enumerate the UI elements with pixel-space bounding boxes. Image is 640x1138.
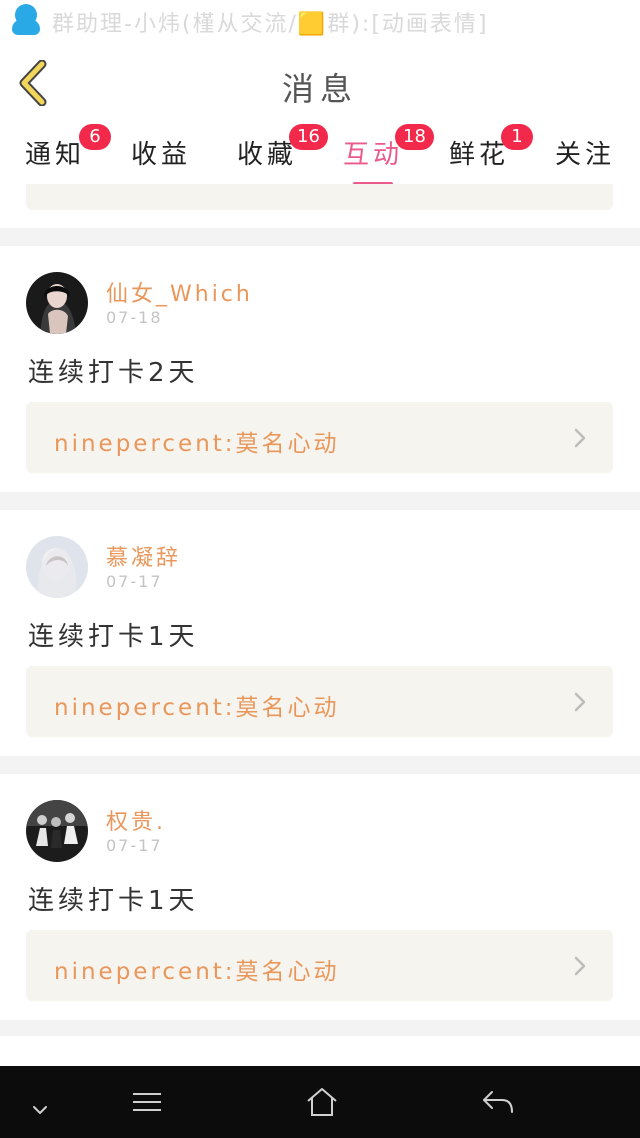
- tab-notifications[interactable]: 通知 6: [5, 124, 111, 171]
- title-bar: 消息: [0, 40, 640, 122]
- tab-label: 鲜花: [448, 140, 509, 170]
- notification-text: 群助理-小炜(槿从交流/🟨群):[动画表情]: [52, 12, 489, 37]
- song-title: ninepercent:莫名心动: [54, 431, 340, 457]
- chevron-down-icon[interactable]: [30, 1092, 50, 1128]
- chevron-right-icon: [574, 428, 586, 448]
- tab-interactions[interactable]: 互动 18: [323, 124, 434, 186]
- tab-label: 互动: [342, 140, 403, 170]
- username[interactable]: 仙女_Which: [106, 276, 253, 308]
- list-item-partial: [0, 1036, 640, 1066]
- tab-flowers[interactable]: 鲜花 1: [429, 124, 533, 171]
- message-text: 连续打卡1天: [28, 886, 199, 916]
- tab-badge: 6: [79, 124, 111, 150]
- tab-label: 关注: [554, 140, 615, 170]
- timestamp: 07-17: [106, 572, 163, 591]
- page-title: 消息: [281, 70, 358, 108]
- home-icon[interactable]: [304, 1084, 340, 1120]
- qq-penguin-icon: [12, 4, 40, 36]
- avatar[interactable]: [26, 536, 88, 598]
- tab-earnings[interactable]: 收益: [111, 134, 211, 171]
- tab-label: 收益: [130, 140, 191, 170]
- list-item: 权贵. 07-17 连续打卡1天 ninepercent:莫名心动: [0, 774, 640, 1020]
- menu-icon[interactable]: [130, 1084, 164, 1120]
- username[interactable]: 权贵.: [106, 804, 166, 836]
- song-card[interactable]: ninepercent:莫名心动: [26, 930, 613, 1001]
- username[interactable]: 慕凝辞: [106, 540, 181, 572]
- system-nav-bar: [0, 1066, 640, 1138]
- interaction-feed[interactable]: 仙女_Which 07-18 连续打卡2天 ninepercent:莫名心动 慕…: [0, 184, 640, 1066]
- tab-bar: 通知 6 收益 收藏 16 互动 18 鲜花 1 关注: [0, 122, 640, 186]
- tab-label: 收藏: [236, 140, 297, 170]
- back-icon[interactable]: [480, 1084, 516, 1120]
- timestamp: 07-18: [106, 308, 163, 327]
- chevron-right-icon: [574, 692, 586, 712]
- song-title: ninepercent:莫名心动: [54, 695, 340, 721]
- song-card[interactable]: ninepercent:莫名心动: [26, 402, 613, 473]
- avatar[interactable]: [26, 800, 88, 862]
- message-text: 连续打卡1天: [28, 622, 199, 652]
- avatar[interactable]: [26, 272, 88, 334]
- tab-following[interactable]: 关注: [535, 134, 635, 171]
- chevron-right-icon: [574, 956, 586, 976]
- tab-label: 通知: [24, 140, 85, 170]
- tab-favorites[interactable]: 收藏 16: [217, 124, 328, 171]
- song-card-partial[interactable]: [26, 184, 613, 210]
- status-bar: 群助理-小炜(槿从交流/🟨群):[动画表情]: [0, 0, 640, 40]
- tab-badge: 1: [501, 124, 533, 150]
- song-title: ninepercent:莫名心动: [54, 959, 340, 985]
- song-card[interactable]: ninepercent:莫名心动: [26, 666, 613, 737]
- list-item: 慕凝辞 07-17 连续打卡1天 ninepercent:莫名心动: [0, 510, 640, 756]
- message-text: 连续打卡2天: [28, 358, 199, 388]
- timestamp: 07-17: [106, 836, 163, 855]
- list-item: 仙女_Which 07-18 连续打卡2天 ninepercent:莫名心动: [0, 246, 640, 492]
- list-item-partial: [0, 184, 640, 228]
